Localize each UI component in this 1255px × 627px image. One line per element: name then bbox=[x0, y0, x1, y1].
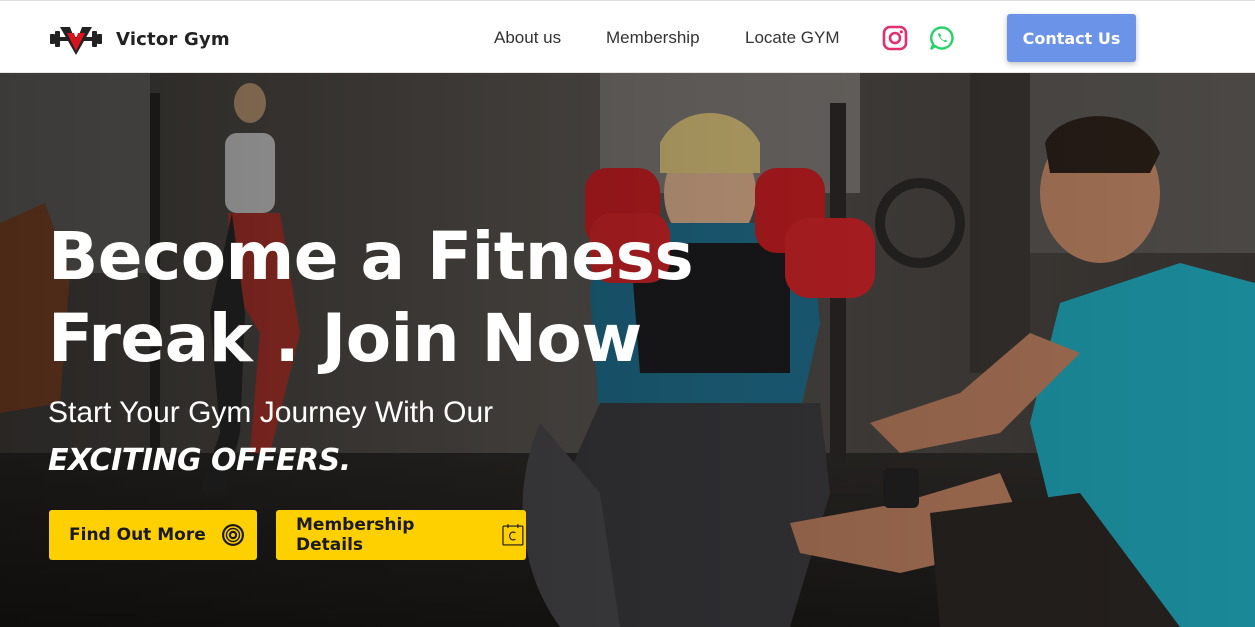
hero-subtitle: Start Your Gym Journey With Our bbox=[48, 396, 494, 429]
calendar-icon bbox=[502, 524, 524, 546]
membership-details-button[interactable]: Membership Details bbox=[276, 510, 526, 560]
dumbbell-v-logo-icon bbox=[50, 27, 102, 55]
find-out-more-button[interactable]: Find Out More bbox=[49, 510, 257, 560]
hero-title-line-2: Freak . Join Now bbox=[48, 300, 642, 377]
nav-link-membership[interactable]: Membership bbox=[606, 28, 700, 48]
instagram-icon[interactable] bbox=[882, 25, 908, 51]
nav-link-about-us[interactable]: About us bbox=[494, 28, 561, 48]
top-navbar: Victor Gym About us Membership Locate GY… bbox=[0, 0, 1255, 73]
target-icon bbox=[221, 524, 244, 546]
hero-title-line-1: Become a Fitness bbox=[48, 218, 694, 295]
membership-details-label: Membership Details bbox=[296, 515, 415, 555]
hero-title: Become a Fitness Freak . Join Now bbox=[48, 216, 748, 380]
brand[interactable]: Victor Gym bbox=[48, 21, 230, 57]
hero-offer-text: EXCITING OFFERS. bbox=[48, 443, 351, 478]
hero-section: Become a Fitness Freak . Join Now Start … bbox=[0, 73, 1255, 627]
brand-name: Victor Gym bbox=[116, 28, 230, 50]
find-out-more-label: Find Out More bbox=[69, 525, 206, 545]
contact-us-button[interactable]: Contact Us bbox=[1007, 14, 1136, 62]
nav-link-locate-gym[interactable]: Locate GYM bbox=[745, 28, 840, 48]
whatsapp-icon[interactable] bbox=[929, 25, 955, 51]
